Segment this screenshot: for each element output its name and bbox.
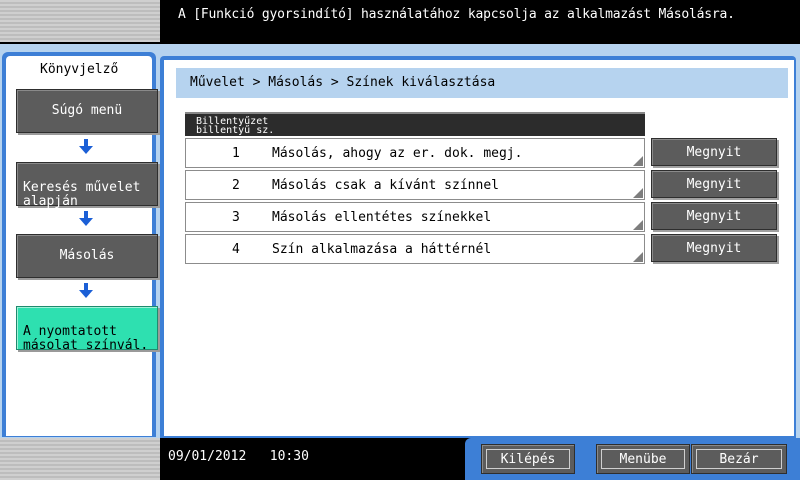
table-row[interactable]: 1 Másolás, ahogy az er. dok. megj. <box>185 138 645 168</box>
nav-print-copy-color-label: A nyomtatott másolat színvál. <box>23 324 149 353</box>
open-button[interactable]: Megnyit <box>651 170 777 198</box>
message-text: A [Funkció gyorsindító] használatához ka… <box>178 7 735 22</box>
nav-help-menu[interactable]: Súgó menü <box>16 89 158 133</box>
date-text: 09/01/2012 <box>168 449 247 464</box>
nav-print-copy-color[interactable]: A nyomtatott másolat színvál. <box>16 306 158 353</box>
arrow-down-icon <box>79 139 93 155</box>
exit-button[interactable]: Kilépés <box>481 444 575 474</box>
row-label: Másolás csak a kívánt színnel <box>272 178 499 193</box>
status-bar: 09/01/2012 10:30 Kilépés Menübe Bezár <box>160 438 800 480</box>
table-row[interactable]: 3 Másolás ellentétes színekkel <box>185 202 645 232</box>
close-button-label: Bezár <box>719 451 759 467</box>
arrow-down-icon <box>79 283 93 299</box>
close-button[interactable]: Bezár <box>691 444 787 474</box>
row-number: 4 <box>232 242 240 257</box>
nav-copy[interactable]: Másolás <box>16 234 158 278</box>
arrow-down-icon <box>79 211 93 227</box>
top-left-corner <box>0 0 160 42</box>
row-label: Szín alkalmazása a háttérnél <box>272 242 492 257</box>
footer-button-tray: Kilépés Menübe Bezár <box>465 438 800 480</box>
message-bar: A [Funkció gyorsindító] használatához ka… <box>160 0 800 44</box>
nav-search-by-operation-label: Keresés művelet alapján <box>23 180 141 209</box>
corner-marker-icon <box>633 156 643 166</box>
corner-marker-icon <box>633 252 643 262</box>
menu-button-label: Menübe <box>619 451 667 467</box>
open-button[interactable]: Megnyit <box>651 138 777 166</box>
row-number: 3 <box>232 210 240 225</box>
exit-button-label: Kilépés <box>500 451 556 467</box>
open-button[interactable]: Megnyit <box>651 234 777 262</box>
row-number: 2 <box>232 178 240 193</box>
breadcrumb-text: Művelet > Másolás > Színek kiválasztása <box>190 75 496 90</box>
table-row[interactable]: 2 Másolás csak a kívánt színnel <box>185 170 645 200</box>
corner-marker-icon <box>633 220 643 230</box>
breadcrumb: Művelet > Másolás > Színek kiválasztása <box>176 68 788 98</box>
row-number: 1 <box>232 146 240 161</box>
nav-search-by-operation[interactable]: Keresés művelet alapján <box>16 162 158 209</box>
menu-button[interactable]: Menübe <box>596 444 690 474</box>
date-time: 09/01/2012 10:30 <box>168 449 309 464</box>
table-header-line2: billentyű sz. <box>196 125 275 136</box>
open-button[interactable]: Megnyit <box>651 202 777 230</box>
bottom-left-corner <box>0 438 160 480</box>
row-label: Másolás, ahogy az er. dok. megj. <box>272 146 523 161</box>
nav-help-menu-label: Súgó menü <box>51 103 123 118</box>
bookmark-title: Könyvjelző <box>40 62 119 77</box>
table-header: Billentyűzet billentyű sz. <box>185 112 645 136</box>
corner-marker-icon <box>633 188 643 198</box>
row-label: Másolás ellentétes színekkel <box>272 210 492 225</box>
nav-copy-label: Másolás <box>59 248 115 263</box>
table-row[interactable]: 4 Szín alkalmazása a háttérnél <box>185 234 645 264</box>
time-text: 10:30 <box>269 449 309 464</box>
